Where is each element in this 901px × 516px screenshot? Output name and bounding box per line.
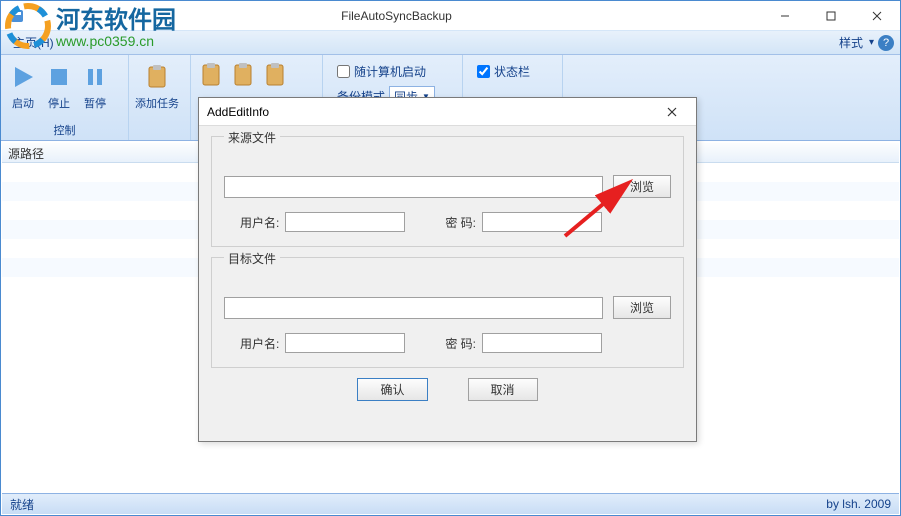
target-file-group: 目标文件 浏览 用户名: 密 码: (211, 257, 684, 368)
ribbon-pause-label: 暂停 (84, 95, 106, 111)
status-ready: 就绪 (10, 496, 34, 513)
clipboard-icon (141, 61, 173, 93)
ribbon-group-control-caption: 控制 (5, 120, 124, 140)
menu-home[interactable]: 主页(H) (7, 32, 60, 53)
status-bar: 就绪 by lsh. 2009 (2, 493, 899, 514)
source-password-input[interactable] (482, 212, 602, 232)
dialog-titlebar[interactable]: AddEditInfo (199, 98, 696, 126)
chk-start-with-computer-label: 随计算机启动 (354, 63, 426, 80)
ribbon-stop-button[interactable]: 停止 (41, 57, 77, 115)
close-button[interactable] (854, 1, 900, 31)
source-file-group: 来源文件 浏览 用户名: 密 码: (211, 136, 684, 247)
target-username-label: 用户名: (240, 335, 279, 352)
ok-button[interactable]: 确认 (357, 378, 427, 401)
source-password-label: 密 码: (445, 214, 476, 231)
ribbon-start-label: 启动 (12, 95, 34, 111)
source-username-input[interactable] (285, 212, 405, 232)
ribbon-add-task-button[interactable]: 添加任务 (133, 57, 181, 115)
maximize-button[interactable] (808, 1, 854, 31)
add-edit-info-dialog: AddEditInfo 来源文件 浏览 用户名: 密 码: 目标文件 浏览 (198, 97, 697, 442)
stop-icon (43, 61, 75, 93)
ribbon-start-button[interactable]: 启动 (5, 57, 41, 115)
ribbon-pause-button[interactable]: 暂停 (77, 57, 113, 115)
titlebar: FileAutoSyncBackup (1, 1, 900, 31)
cancel-button[interactable]: 取消 (468, 378, 538, 401)
chk-statusbar-label: 状态栏 (494, 63, 530, 80)
target-path-input[interactable] (224, 297, 603, 319)
pause-icon (79, 61, 111, 93)
chk-start-with-computer-input[interactable] (337, 65, 350, 78)
target-file-legend: 目标文件 (224, 250, 280, 267)
clipboard-icon (231, 61, 259, 89)
app-icon (9, 8, 25, 24)
source-username-label: 用户名: (240, 214, 279, 231)
chk-start-with-computer[interactable]: 随计算机启动 (337, 63, 448, 80)
window-title: FileAutoSyncBackup (31, 9, 762, 23)
help-icon[interactable]: ? (878, 35, 894, 51)
dialog-close-button[interactable] (656, 101, 688, 123)
target-password-input[interactable] (482, 333, 602, 353)
minimize-button[interactable] (762, 1, 808, 31)
source-file-legend: 来源文件 (224, 129, 280, 146)
dialog-title: AddEditInfo (207, 105, 656, 119)
chk-statusbar-input[interactable] (477, 65, 490, 78)
status-author: by lsh. 2009 (826, 497, 891, 511)
target-password-label: 密 码: (445, 335, 476, 352)
menu-bar: 主页(H) 样式 ▾ ? (1, 31, 900, 55)
target-browse-button[interactable]: 浏览 (613, 296, 671, 319)
clipboard-icon (263, 61, 291, 89)
clipboard-icon (199, 61, 227, 89)
source-path-input[interactable] (224, 176, 603, 198)
source-browse-button[interactable]: 浏览 (613, 175, 671, 198)
chk-statusbar[interactable]: 状态栏 (477, 63, 548, 80)
menu-style[interactable]: 样式 (833, 32, 869, 53)
target-username-input[interactable] (285, 333, 405, 353)
ribbon-add-task-label: 添加任务 (135, 95, 179, 111)
play-icon (7, 61, 39, 93)
ribbon-stop-label: 停止 (48, 95, 70, 111)
